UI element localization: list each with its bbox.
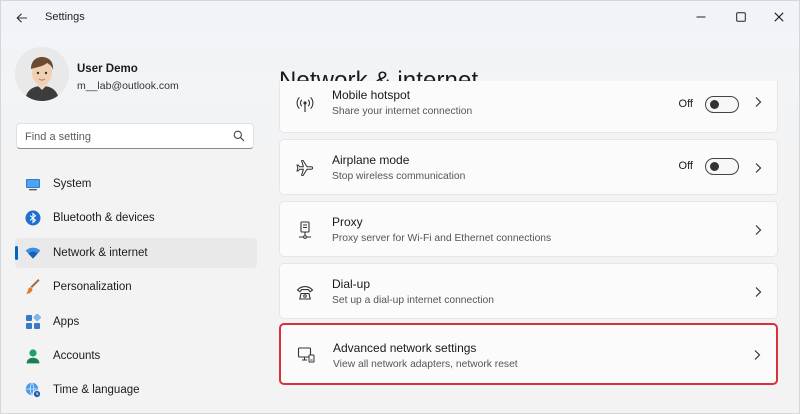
dialup-icon xyxy=(296,286,314,300)
card-description: Set up a dial-up internet connection xyxy=(332,295,495,306)
back-button[interactable] xyxy=(11,9,33,27)
card-title: Advanced network settings xyxy=(333,341,477,355)
airplane-mode-card[interactable]: Airplane mode Stop wireless communicatio… xyxy=(279,139,778,195)
minimize-icon xyxy=(696,16,706,18)
toggle-knob xyxy=(710,162,719,171)
card-title: Dial-up xyxy=(332,277,371,291)
sidebar-item-bluetooth[interactable]: Bluetooth & devices xyxy=(15,203,257,233)
mobile-hotspot-card[interactable]: Mobile hotspot Share your internet conne… xyxy=(279,81,778,133)
search-box[interactable] xyxy=(16,123,254,149)
sidebar-item-label: System xyxy=(53,178,92,190)
system-icon xyxy=(26,179,40,191)
chevron-right-icon xyxy=(755,163,762,173)
chevron-right-icon xyxy=(754,350,761,360)
card-description: Proxy server for Wi-Fi and Ethernet conn… xyxy=(332,233,552,244)
sidebar-item-label: Apps xyxy=(53,315,80,328)
globe-clock-icon xyxy=(25,382,41,399)
apps-icon xyxy=(26,313,41,329)
back-arrow-icon xyxy=(16,13,27,23)
sidebar-item-label: Time & language xyxy=(53,384,140,397)
advanced-network-settings-card[interactable]: Advanced network settings View all netwo… xyxy=(279,323,778,385)
sidebar-item-network[interactable]: Network & internet xyxy=(15,237,257,268)
hotspot-icon xyxy=(296,97,314,112)
card-title: Airplane mode xyxy=(332,153,410,167)
search-input[interactable] xyxy=(25,129,225,145)
avatar xyxy=(15,47,69,101)
chevron-right-icon xyxy=(755,225,762,235)
airplane-mode-toggle[interactable] xyxy=(705,158,739,175)
toggle-knob xyxy=(710,100,719,109)
search-icon[interactable] xyxy=(233,130,245,142)
brush-icon xyxy=(26,279,40,294)
wifi-icon xyxy=(25,247,41,259)
close-icon xyxy=(774,12,784,22)
sidebar-item-system[interactable]: System xyxy=(15,169,257,199)
user-name: User Demo xyxy=(77,63,138,75)
card-title: Proxy xyxy=(332,215,363,229)
sidebar-item-label: Bluetooth & devices xyxy=(53,212,155,225)
sidebar-item-personalization[interactable]: Personalization xyxy=(15,272,257,302)
sidebar-item-apps[interactable]: Apps xyxy=(15,307,257,337)
dial-up-card[interactable]: Dial-up Set up a dial-up internet connec… xyxy=(279,263,778,319)
settings-list: Mobile hotspot Share your internet conne… xyxy=(279,81,779,413)
sidebar-item-label: Accounts xyxy=(53,349,101,362)
chevron-right-icon xyxy=(755,287,762,297)
card-title: Mobile hotspot xyxy=(332,88,411,102)
toggle-state-label: Off xyxy=(678,160,693,172)
proxy-card[interactable]: Proxy Proxy server for Wi-Fi and Etherne… xyxy=(279,201,778,257)
proxy-icon xyxy=(299,221,311,239)
mobile-hotspot-toggle[interactable] xyxy=(705,96,739,113)
close-button[interactable] xyxy=(761,4,797,30)
card-description: Stop wireless communication xyxy=(332,171,466,182)
user-email: m__lab@outlook.com xyxy=(77,80,179,92)
bluetooth-icon xyxy=(25,210,41,226)
toggle-state-label: Off xyxy=(678,98,693,110)
card-description: View all network adapters, network reset xyxy=(333,359,518,370)
user-avatar-icon xyxy=(15,47,69,101)
card-description: Share your internet connection xyxy=(332,106,473,117)
sidebar-nav: System Bluetooth & devices Network & int… xyxy=(15,169,257,410)
minimize-button[interactable] xyxy=(683,4,719,30)
sidebar-item-accounts[interactable]: Accounts xyxy=(15,341,257,371)
airplane-icon xyxy=(296,160,314,176)
sidebar-item-label: Network & internet xyxy=(53,246,148,259)
sidebar-item-time-language[interactable]: Time & language xyxy=(15,375,257,405)
maximize-icon xyxy=(736,12,746,22)
settings-window: Settings User Demo m__lab@outlook.com Fi… xyxy=(0,0,800,414)
monitor-network-icon xyxy=(297,347,315,363)
chevron-right-icon xyxy=(755,97,762,107)
selection-indicator xyxy=(15,245,18,260)
accounts-icon xyxy=(26,349,40,364)
sidebar-item-label: Personalization xyxy=(53,281,132,294)
app-title: Settings xyxy=(45,11,85,23)
title-bar: Settings xyxy=(1,1,799,33)
user-profile[interactable]: User Demo m__lab@outlook.com xyxy=(15,47,255,105)
maximize-button[interactable] xyxy=(723,4,759,30)
